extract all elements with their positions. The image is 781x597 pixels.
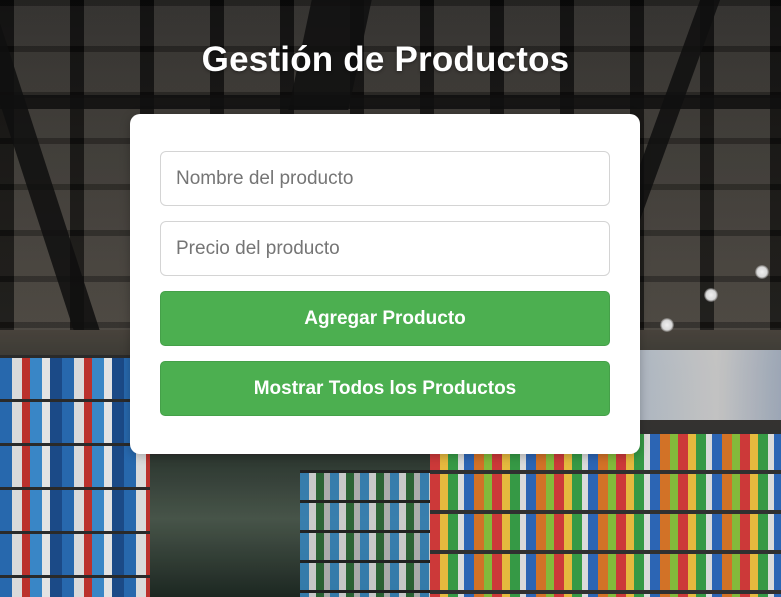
show-all-products-button[interactable]: Mostrar Todos los Productos [160,361,610,416]
page-title: Gestión de Productos [201,40,570,79]
product-form-card: Agregar Producto Mostrar Todos los Produ… [130,114,640,454]
product-name-input[interactable] [160,151,610,206]
product-price-input[interactable] [160,221,610,276]
add-product-button[interactable]: Agregar Producto [160,291,610,346]
